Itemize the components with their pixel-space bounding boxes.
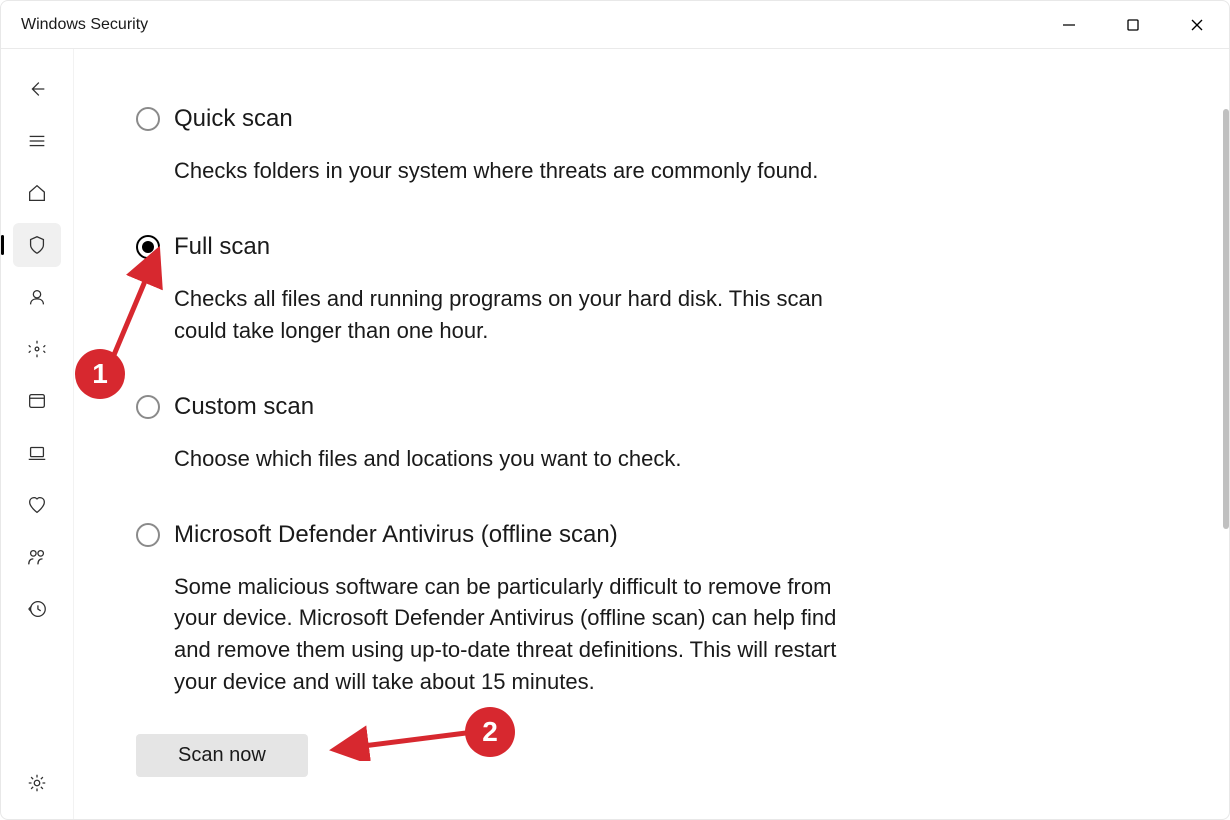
radio-custom[interactable]: [136, 395, 160, 419]
scan-option-full[interactable]: Full scan Checks all files and running p…: [136, 233, 856, 347]
sidebar-history[interactable]: [13, 587, 61, 631]
sidebar-back[interactable]: [13, 67, 61, 111]
titlebar: Windows Security: [1, 1, 1229, 49]
sidebar-device-performance[interactable]: [13, 483, 61, 527]
option-title: Custom scan: [174, 393, 856, 421]
close-icon: [1190, 18, 1204, 32]
option-description: Some malicious software can be particula…: [174, 571, 856, 699]
sidebar-device-security[interactable]: [13, 431, 61, 475]
sidebar-account-protection[interactable]: [13, 275, 61, 319]
minimize-button[interactable]: [1037, 1, 1101, 48]
firewall-icon: [26, 338, 48, 360]
window-title: Windows Security: [21, 16, 148, 34]
sidebar-firewall[interactable]: [13, 327, 61, 371]
scan-option-custom[interactable]: Custom scan Choose which files and locat…: [136, 393, 856, 475]
option-title: Full scan: [174, 233, 856, 261]
scrollbar[interactable]: [1223, 109, 1229, 529]
option-text: Microsoft Defender Antivirus (offline sc…: [174, 521, 856, 699]
home-icon: [26, 182, 48, 204]
scan-now-button[interactable]: Scan now: [136, 734, 308, 777]
body-area: Quick scan Checks folders in your system…: [1, 49, 1229, 819]
laptop-icon: [26, 442, 48, 464]
option-text: Full scan Checks all files and running p…: [174, 233, 856, 347]
option-description: Checks folders in your system where thre…: [174, 155, 856, 187]
sidebar-family[interactable]: [13, 535, 61, 579]
scan-option-quick[interactable]: Quick scan Checks folders in your system…: [136, 105, 856, 187]
maximize-button[interactable]: [1101, 1, 1165, 48]
radio-full[interactable]: [136, 235, 160, 259]
content-area: Quick scan Checks folders in your system…: [73, 49, 1229, 819]
app-browser-icon: [26, 390, 48, 412]
heart-icon: [26, 494, 48, 516]
maximize-icon: [1126, 18, 1140, 32]
option-text: Quick scan Checks folders in your system…: [174, 105, 856, 187]
annotation-badge-2: 2: [465, 707, 515, 757]
sidebar-app-browser[interactable]: [13, 379, 61, 423]
scan-option-offline[interactable]: Microsoft Defender Antivirus (offline sc…: [136, 521, 856, 699]
sidebar-home[interactable]: [13, 171, 61, 215]
option-text: Custom scan Choose which files and locat…: [174, 393, 856, 475]
sidebar-menu[interactable]: [13, 119, 61, 163]
radio-quick[interactable]: [136, 107, 160, 131]
option-description: Checks all files and running programs on…: [174, 283, 856, 347]
history-icon: [26, 598, 48, 620]
sidebar: [1, 49, 73, 819]
sidebar-virus-protection[interactable]: [13, 223, 61, 267]
menu-icon: [26, 130, 48, 152]
option-title: Quick scan: [174, 105, 856, 133]
account-icon: [26, 286, 48, 308]
family-icon: [26, 546, 48, 568]
gear-icon: [26, 772, 48, 794]
radio-offline[interactable]: [136, 523, 160, 547]
close-button[interactable]: [1165, 1, 1229, 48]
arrow-left-icon: [26, 78, 48, 100]
minimize-icon: [1062, 18, 1076, 32]
option-description: Choose which files and locations you wan…: [174, 443, 856, 475]
option-title: Microsoft Defender Antivirus (offline sc…: [174, 521, 856, 549]
window-controls: [1037, 1, 1229, 48]
annotation-badge-1: 1: [75, 349, 125, 399]
app-window: Windows Security: [0, 0, 1230, 820]
shield-icon: [26, 234, 48, 256]
sidebar-settings[interactable]: [13, 761, 61, 805]
